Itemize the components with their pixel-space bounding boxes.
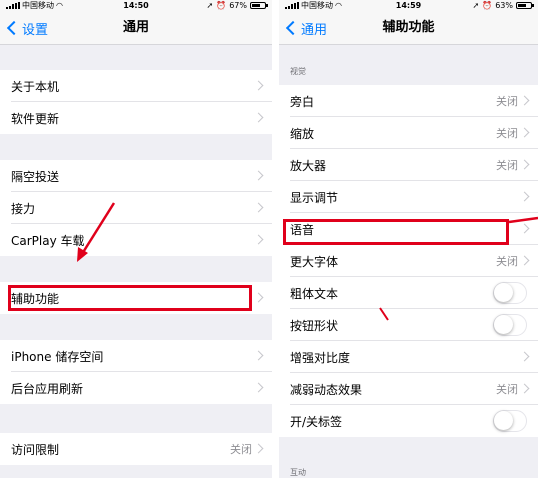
status-bar: 中国移动 ◠ 14:50 ➚ ⏰ 67% — [0, 0, 272, 11]
row-reduce-motion[interactable]: 减弱动态效果 关闭 — [279, 373, 538, 405]
chevron-right-icon — [253, 234, 264, 245]
row-label: 隔空投送 — [11, 169, 60, 184]
row-value: 关闭 — [496, 127, 518, 140]
chevron-right-icon — [519, 191, 530, 202]
screen-divider — [272, 0, 279, 478]
row-bold-text[interactable]: 粗体文本 — [279, 277, 538, 309]
row-label: 软件更新 — [11, 111, 60, 126]
row-software-update[interactable]: 软件更新 — [0, 102, 272, 134]
battery-icon — [516, 2, 534, 9]
row-label: 旁白 — [290, 94, 315, 109]
chevron-right-icon — [253, 112, 264, 123]
back-label: 设置 — [22, 22, 49, 38]
row-label: 后台应用刷新 — [11, 381, 84, 396]
chevron-right-icon — [253, 443, 264, 454]
chevron-right-icon — [519, 255, 530, 266]
row-about[interactable]: 关于本机 — [0, 70, 272, 102]
row-button-shapes[interactable]: 按钮形状 — [279, 309, 538, 341]
row-label: 访问限制 — [11, 442, 60, 457]
battery-percent: 67% — [229, 1, 247, 10]
row-value: 关闭 — [496, 95, 518, 108]
chevron-right-icon — [519, 127, 530, 138]
row-label: 增强对比度 — [290, 350, 351, 365]
battery-percent: 63% — [495, 1, 513, 10]
row-label: 减弱动态效果 — [290, 382, 363, 397]
row-label: 接力 — [11, 201, 36, 216]
chevron-left-icon — [6, 20, 22, 36]
chevron-right-icon — [253, 80, 264, 91]
button-shapes-toggle[interactable] — [493, 314, 527, 336]
row-voiceover[interactable]: 旁白 关闭 — [279, 85, 538, 117]
location-icon: ➚ — [206, 1, 214, 10]
back-label: 通用 — [301, 22, 328, 38]
row-restrictions[interactable]: 访问限制 关闭 — [0, 433, 272, 465]
row-speech[interactable]: 语音 — [279, 213, 538, 245]
row-zoom[interactable]: 缩放 关闭 — [279, 117, 538, 149]
row-on-off-labels[interactable]: 开/关标签 — [279, 405, 538, 437]
nav-bar: 设置 通用 — [0, 11, 272, 45]
row-iphone-storage[interactable]: iPhone 储存空间 — [0, 340, 272, 372]
row-handoff[interactable]: 接力 — [0, 192, 272, 224]
row-value: 关闭 — [496, 159, 518, 172]
chevron-right-icon — [253, 350, 264, 361]
chevron-right-icon — [519, 351, 530, 362]
row-label: 语音 — [290, 222, 315, 237]
row-accessibility[interactable]: 辅助功能 — [0, 282, 272, 314]
right-screen: 中国移动 ◠ 14:59 ➚ ⏰ 63% 通用 辅助功能 视觉 旁白 关闭 缩放… — [279, 0, 538, 478]
alarm-icon: ⏰ — [482, 1, 493, 10]
status-bar: 中国移动 ◠ 14:59 ➚ ⏰ 63% — [279, 0, 538, 11]
row-label: 缩放 — [290, 126, 315, 141]
row-background-refresh[interactable]: 后台应用刷新 — [0, 372, 272, 404]
row-label: CarPlay 车载 — [11, 233, 85, 248]
alarm-icon: ⏰ — [216, 1, 227, 10]
row-label: 放大器 — [290, 158, 327, 173]
row-label: iPhone 储存空间 — [11, 349, 104, 364]
left-screen: 中国移动 ◠ 14:50 ➚ ⏰ 67% 设置 通用 关于本机 软件更新 隔空投… — [0, 0, 272, 478]
row-value: 关闭 — [496, 383, 518, 396]
row-label: 显示调节 — [290, 190, 339, 205]
row-label: 按钮形状 — [290, 318, 339, 333]
bold-text-toggle[interactable] — [493, 282, 527, 304]
location-icon: ➚ — [472, 1, 480, 10]
back-button[interactable]: 通用 — [285, 11, 327, 45]
row-label: 辅助功能 — [11, 291, 60, 306]
row-label: 关于本机 — [11, 79, 60, 94]
row-label: 粗体文本 — [290, 286, 339, 301]
chevron-right-icon — [253, 382, 264, 393]
row-airdrop[interactable]: 隔空投送 — [0, 160, 272, 192]
chevron-right-icon — [253, 170, 264, 181]
section-header-vision: 视觉 — [290, 67, 306, 76]
row-label: 更大字体 — [290, 254, 339, 269]
row-value: 关闭 — [230, 443, 252, 456]
back-button[interactable]: 设置 — [6, 11, 48, 45]
battery-icon — [250, 2, 268, 9]
section-header-interaction: 互动 — [290, 468, 306, 477]
row-carplay[interactable]: CarPlay 车载 — [0, 224, 272, 256]
chevron-left-icon — [285, 20, 301, 36]
row-value: 关闭 — [496, 255, 518, 268]
row-increase-contrast[interactable]: 增强对比度 — [279, 341, 538, 373]
chevron-right-icon — [519, 95, 530, 106]
chevron-right-icon — [253, 202, 264, 213]
nav-bar: 通用 辅助功能 — [279, 11, 538, 45]
row-display-accommodations[interactable]: 显示调节 — [279, 181, 538, 213]
row-larger-text[interactable]: 更大字体 关闭 — [279, 245, 538, 277]
chevron-right-icon — [519, 383, 530, 394]
chevron-right-icon — [519, 223, 530, 234]
on-off-labels-toggle[interactable] — [493, 410, 527, 432]
chevron-right-icon — [253, 292, 264, 303]
chevron-right-icon — [519, 159, 530, 170]
row-label: 开/关标签 — [290, 414, 343, 429]
row-magnifier[interactable]: 放大器 关闭 — [279, 149, 538, 181]
